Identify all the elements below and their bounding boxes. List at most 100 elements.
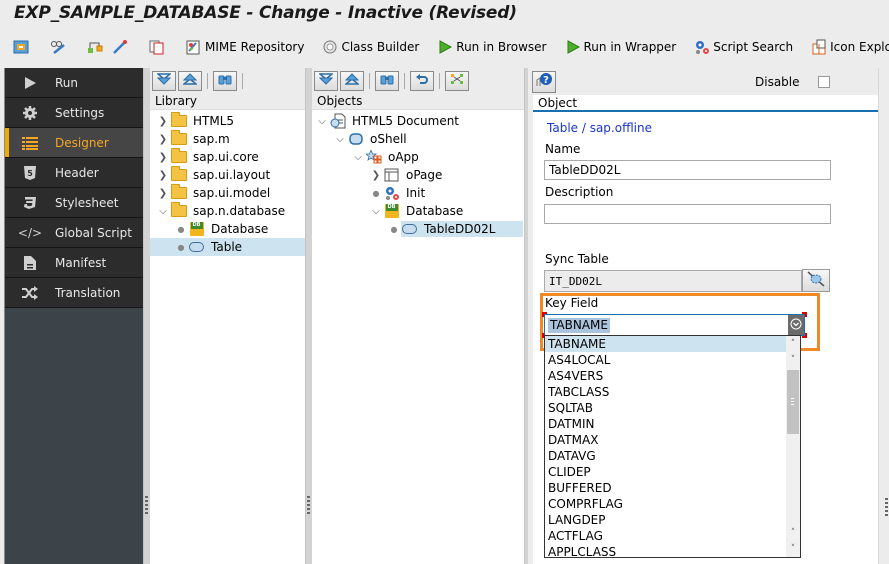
toggle-display-change-button[interactable]: [10, 36, 35, 58]
tree-node-init[interactable]: ● Init: [312, 184, 524, 202]
tree-node-sap-ui-core[interactable]: ❯ sap.ui.core: [150, 148, 305, 166]
sidebar-item-run[interactable]: Run: [5, 68, 143, 98]
tree-node-database[interactable]: ●Database: [150, 220, 305, 238]
binoculars-icon: [380, 73, 394, 88]
undo-icon: [415, 73, 429, 88]
chevron-right-icon[interactable]: ❯: [156, 188, 170, 199]
icon-explorer-button[interactable]: Icon Explorer: [808, 36, 889, 58]
sidebar-item-settings[interactable]: Settings: [5, 98, 143, 128]
dropdown-option[interactable]: LANGDEP: [545, 512, 788, 528]
gears-icon: [694, 39, 710, 55]
collapse-all-icon: [181, 73, 199, 88]
sidebar-item-global-script[interactable]: </> Global Script: [5, 218, 143, 248]
class-builder-button[interactable]: Class Builder: [319, 36, 422, 58]
sidebar-item-designer[interactable]: Designer: [5, 128, 143, 158]
dropdown-option[interactable]: COMPRFLAG: [545, 496, 788, 512]
find-button[interactable]: [213, 70, 237, 91]
dropdown-option[interactable]: DATMAX: [545, 432, 788, 448]
tree-node-tabledd02l[interactable]: ● TableDD02L: [312, 220, 524, 238]
hierarchy-icon: [87, 39, 103, 55]
scrollbar-thumb[interactable]: [787, 370, 799, 434]
play-icon: [565, 39, 581, 55]
chevron-down-icon: [790, 318, 802, 333]
expand-all-button[interactable]: [314, 70, 338, 91]
table-icon: [401, 222, 418, 236]
sidebar-item-label: Settings: [55, 105, 105, 120]
display-object-list-button[interactable]: [47, 36, 72, 58]
expand-all-button[interactable]: [152, 70, 176, 91]
dropdown-toggle[interactable]: [788, 315, 804, 335]
chevron-right-icon[interactable]: ❯: [369, 170, 383, 181]
hierarchy-button[interactable]: [84, 36, 109, 58]
tree-node-table[interactable]: ● Table: [150, 238, 305, 256]
dropdown-option[interactable]: BUFFERED: [545, 480, 788, 496]
help-button[interactable]: ?: [532, 70, 556, 93]
tree-node-oapp[interactable]: ⌵ oApp: [312, 148, 524, 166]
sidebar-item-manifest[interactable]: Manifest: [5, 248, 143, 278]
chevron-right-icon[interactable]: ❯: [156, 152, 170, 163]
help-icon: ?: [535, 72, 553, 91]
dropdown-option[interactable]: CLIDEP: [545, 464, 788, 480]
right-splitter[interactable]: [878, 68, 889, 564]
tree-node-sap-m[interactable]: ❯ sap.m: [150, 130, 305, 148]
sidebar-item-translation[interactable]: Translation: [5, 278, 143, 308]
scroll-up-icon[interactable]: ˄: [786, 336, 800, 352]
copy-icon: [149, 39, 165, 55]
sidebar-splitter[interactable]: [143, 68, 150, 564]
tree-node-opage[interactable]: ❯ oPage: [312, 166, 524, 184]
binoculars-icon: [218, 73, 232, 88]
scroll-down-icon[interactable]: ˅: [786, 352, 800, 368]
collapse-all-button[interactable]: [340, 70, 364, 91]
key-field-value: TABNAME: [548, 318, 610, 333]
dropdown-option[interactable]: DATAVG: [545, 448, 788, 464]
chevron-down-icon[interactable]: ⌵: [156, 206, 170, 217]
scroll-down-icon[interactable]: ˅: [786, 541, 800, 557]
library-splitter[interactable]: [305, 68, 312, 564]
dropdown-option[interactable]: ACTFLAG: [545, 528, 788, 544]
copy-button[interactable]: [146, 36, 171, 58]
dropdown-scrollbar[interactable]: ˄ ˅ ˄ ˅: [786, 336, 800, 557]
run-in-wrapper-button[interactable]: Run in Wrapper: [562, 36, 680, 58]
chevron-down-icon[interactable]: ⌵: [333, 134, 347, 145]
dropdown-option[interactable]: AS4VERS: [545, 368, 788, 384]
folder-icon: [170, 130, 187, 146]
name-field[interactable]: [544, 160, 831, 180]
chevron-down-icon[interactable]: ⌵: [351, 152, 365, 163]
dropdown-option[interactable]: APPLCLASS: [545, 544, 788, 557]
tree-node-html5[interactable]: ❯ HTML5: [150, 112, 305, 130]
sidebar-item-header[interactable]: 5 Header: [5, 158, 143, 188]
collapse-all-button[interactable]: [178, 70, 202, 91]
magic-wand-button[interactable]: [109, 36, 134, 58]
name-label: Name: [545, 142, 581, 156]
tree-node-sap-ui-model[interactable]: ❯ sap.ui.model: [150, 184, 305, 202]
chevron-right-icon[interactable]: ❯: [156, 170, 170, 181]
script-search-button[interactable]: Script Search: [691, 36, 796, 58]
key-field-combobox[interactable]: TABNAME: [544, 314, 805, 336]
find-button[interactable]: [375, 70, 399, 91]
dropdown-option[interactable]: AS4LOCAL: [545, 352, 788, 368]
chevron-down-icon[interactable]: ⌵: [369, 206, 383, 217]
mime-repository-button[interactable]: MIME Repository: [183, 36, 307, 58]
chevron-right-icon[interactable]: ❯: [156, 116, 170, 127]
description-field[interactable]: [544, 204, 831, 224]
sync-table-field[interactable]: [544, 270, 802, 292]
scroll-up-icon[interactable]: ˄: [786, 525, 800, 541]
undo-button[interactable]: [410, 70, 434, 91]
tab-object[interactable]: Object: [533, 95, 878, 112]
run-in-browser-button[interactable]: Run in Browser: [434, 36, 549, 58]
sidebar-item-stylesheet[interactable]: Stylesheet: [5, 188, 143, 218]
dropdown-option[interactable]: DATMIN: [545, 416, 788, 432]
dropdown-option[interactable]: SQLTAB: [545, 400, 788, 416]
chevron-down-icon[interactable]: ⌵: [315, 116, 329, 127]
layout-button[interactable]: [445, 70, 469, 91]
tree-node-oshell[interactable]: ⌵ oShell: [312, 130, 524, 148]
tree-node-html5-document[interactable]: ⌵ HTML5 Document: [312, 112, 524, 130]
tree-node-sap-ui-layout[interactable]: ❯ sap.ui.layout: [150, 166, 305, 184]
sync-table-button[interactable]: [802, 269, 830, 292]
chevron-right-icon[interactable]: ❯: [156, 134, 170, 145]
disable-checkbox[interactable]: [818, 76, 830, 88]
dropdown-option[interactable]: TABNAME: [545, 336, 788, 352]
tree-node-sap-n-database[interactable]: ⌵ sap.n.database: [150, 202, 305, 220]
tree-node-database[interactable]: ⌵Database: [312, 202, 524, 220]
dropdown-option[interactable]: TABCLASS: [545, 384, 788, 400]
